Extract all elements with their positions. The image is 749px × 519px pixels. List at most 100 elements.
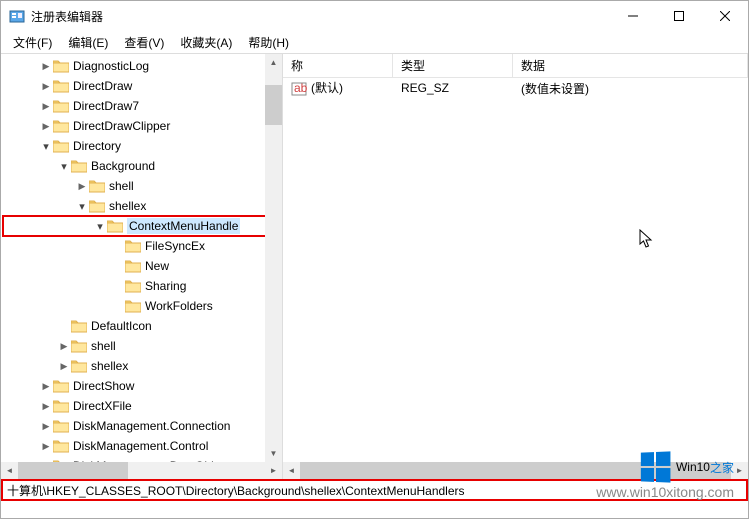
scroll-right-icon[interactable]: ► [265,462,282,479]
tree-item[interactable]: shellex [3,356,282,376]
folder-icon [53,439,69,453]
folder-icon [53,399,69,413]
registry-tree[interactable]: DiagnosticLogDirectDrawDirectDraw7Direct… [1,54,282,462]
expand-icon[interactable] [39,381,53,392]
tree-item[interactable]: DirectDraw [3,76,282,96]
tree-item[interactable]: shell [3,176,282,196]
tree-item-label: Sharing [145,279,186,293]
tree-item-label: FileSyncEx [145,239,205,253]
folder-icon [71,359,87,373]
scrollbar-thumb[interactable] [18,462,128,479]
tree-item-label: DirectXFile [73,399,132,413]
expand-icon[interactable] [39,401,53,412]
folder-icon [71,319,87,333]
tree-item[interactable]: DirectShow [3,376,282,396]
folder-icon [125,299,141,313]
app-window: 注册表编辑器 文件(F) 编辑(E) 查看(V) 收藏夹(A) 帮助(H) Di… [0,0,749,519]
list-pane: 称 类型 数据 ab(默认)REG_SZ(数值未设置) ◄ ► [283,54,748,479]
tree-item-label: DiskManagement.Connection [73,419,230,433]
menu-help[interactable]: 帮助(H) [240,32,297,53]
tree-item[interactable]: DirectDraw7 [3,96,282,116]
scrollbar-thumb[interactable] [265,85,282,125]
scroll-right-icon[interactable]: ► [731,462,748,479]
tree-item[interactable]: DiagnosticLog [3,56,282,76]
list-header: 称 类型 数据 [283,54,748,78]
tree-item[interactable]: Directory [3,136,282,156]
folder-icon [125,239,141,253]
tree-scrollbar-vertical[interactable]: ▲ ▼ [265,54,282,462]
tree-item-label: shell [109,179,134,193]
column-header-type[interactable]: 类型 [393,54,513,77]
menu-view[interactable]: 查看(V) [116,32,172,53]
column-header-data[interactable]: 数据 [513,54,748,77]
list-scrollbar-horizontal[interactable]: ◄ ► [283,462,748,479]
collapse-icon[interactable] [39,140,53,153]
close-button[interactable] [702,1,748,31]
collapse-icon[interactable] [93,220,107,233]
collapse-icon[interactable] [75,200,89,213]
minimize-button[interactable] [610,1,656,31]
column-header-name[interactable]: 称 [283,54,393,77]
expand-icon[interactable] [39,441,53,452]
menu-edit[interactable]: 编辑(E) [60,32,116,53]
tree-item[interactable]: Sharing [3,276,282,296]
folder-icon [71,159,87,173]
tree-item[interactable]: DirectXFile [3,396,282,416]
tree-item[interactable]: WorkFolders [3,296,282,316]
folder-icon [125,279,141,293]
tree-item[interactable]: Background [3,156,282,176]
folder-icon [107,219,123,233]
tree-item-label: WorkFolders [145,299,213,313]
tree-item[interactable]: DefaultIcon [3,316,282,336]
scroll-up-icon[interactable]: ▲ [265,54,282,71]
expand-icon[interactable] [39,61,53,72]
menu-file[interactable]: 文件(F) [5,32,60,53]
folder-icon [89,179,105,193]
folder-icon [53,139,69,153]
tree-item-label: DirectDraw [73,79,132,93]
tree-item[interactable]: DiskManagement.Connection [3,416,282,436]
tree-item[interactable]: shell [3,336,282,356]
folder-icon [53,419,69,433]
menu-favorites[interactable]: 收藏夹(A) [172,32,240,53]
window-title: 注册表编辑器 [31,8,610,25]
tree-item-label: ContextMenuHandle [127,218,240,234]
tree-item-label: Directory [73,139,121,153]
collapse-icon[interactable] [57,160,71,173]
tree-scrollbar-horizontal[interactable]: ◄ ► [1,462,282,479]
tree-item[interactable]: DirectDrawClipper [3,116,282,136]
cell-data: (数值未设置) [513,80,748,97]
tree-item[interactable]: FileSyncEx [3,236,282,256]
tree-item-label: DirectShow [73,379,134,393]
expand-icon[interactable] [57,341,71,352]
tree-item-label: New [145,259,169,273]
expand-icon[interactable] [75,181,89,192]
scrollbar-thumb[interactable] [300,462,731,479]
svg-text:ab: ab [294,81,307,95]
tree-item[interactable]: shellex [3,196,282,216]
folder-icon [53,119,69,133]
expand-icon[interactable] [39,101,53,112]
tree-item[interactable]: ContextMenuHandle [3,216,282,236]
tree-item[interactable]: New [3,256,282,276]
tree-item-label: DiskManagement.Control [73,439,208,453]
list-body: ab(默认)REG_SZ(数值未设置) [283,78,748,98]
statusbar: 十算机\HKEY_CLASSES_ROOT\Directory\Backgrou… [1,479,748,501]
scroll-left-icon[interactable]: ◄ [283,462,300,479]
scroll-down-icon[interactable]: ▼ [265,445,282,462]
expand-icon[interactable] [57,361,71,372]
folder-icon [71,339,87,353]
list-row[interactable]: ab(默认)REG_SZ(数值未设置) [283,78,748,98]
folder-icon [125,259,141,273]
scroll-left-icon[interactable]: ◄ [1,462,18,479]
tree-item-label: Background [91,159,155,173]
value-name: (默认) [311,81,343,95]
folder-icon [53,59,69,73]
expand-icon[interactable] [39,121,53,132]
tree-item[interactable]: DiskManagement.Control [3,436,282,456]
maximize-button[interactable] [656,1,702,31]
expand-icon[interactable] [39,81,53,92]
folder-icon [53,79,69,93]
expand-icon[interactable] [39,421,53,432]
string-value-icon: ab [291,81,307,97]
